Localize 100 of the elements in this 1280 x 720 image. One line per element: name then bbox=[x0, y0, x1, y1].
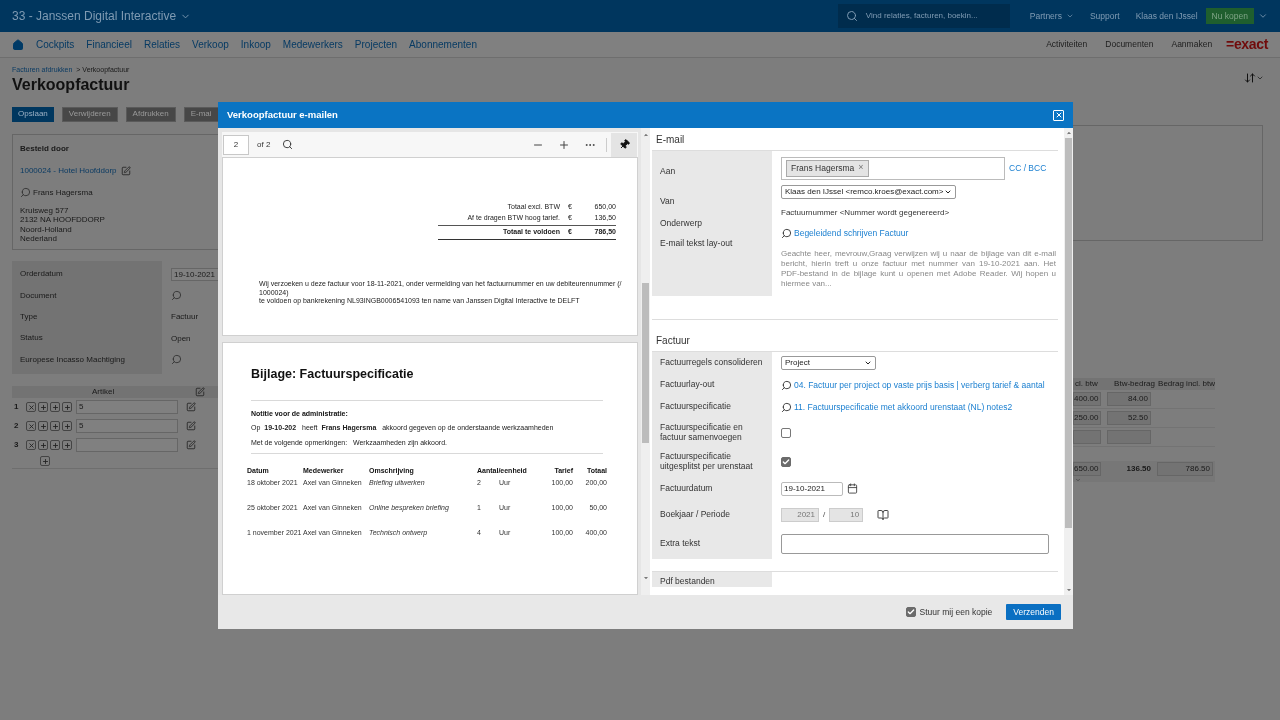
scroll-down-icon[interactable] bbox=[642, 575, 649, 581]
pin-button[interactable] bbox=[611, 132, 637, 157]
close-button[interactable] bbox=[1053, 109, 1064, 121]
date-field[interactable]: 19-10-2021 bbox=[171, 267, 218, 281]
action-button[interactable]: E-mai bbox=[183, 106, 218, 122]
amount-field[interactable]: 250.00 bbox=[1073, 410, 1101, 425]
search-icon[interactable] bbox=[781, 379, 792, 391]
company-name[interactable]: 33 - Janssen Digital Interactive bbox=[12, 7, 177, 25]
buy-button[interactable]: Nu kopen bbox=[1205, 8, 1254, 24]
layout-link[interactable]: 11. Factuurspecificatie met akkoord urenstaat (NL) notes2 bbox=[794, 400, 1013, 414]
edit-icon[interactable] bbox=[195, 386, 205, 397]
chevron-icon[interactable] bbox=[1075, 476, 1081, 483]
article-field[interactable] bbox=[76, 438, 178, 452]
delete-icon[interactable] bbox=[26, 421, 36, 431]
search-icon[interactable] bbox=[781, 227, 792, 239]
remove-icon[interactable]: × bbox=[858, 161, 864, 175]
field-label: Factuurregels consolideren bbox=[660, 358, 763, 368]
amount-field[interactable]: 52.50 bbox=[1107, 410, 1151, 425]
scrollbar[interactable] bbox=[1064, 128, 1073, 595]
nav-item[interactable]: Cockpits bbox=[36, 37, 75, 52]
date-field[interactable]: 19-10-2021 bbox=[781, 481, 843, 496]
exact-logo[interactable]: =exact bbox=[1226, 34, 1268, 55]
row-number: 3 bbox=[13, 439, 20, 451]
total-field[interactable]: 650.00 bbox=[1073, 461, 1101, 476]
add-icon[interactable] bbox=[62, 421, 72, 431]
user-name[interactable]: Klaas den IJssel bbox=[1135, 9, 1198, 23]
extra-text-field[interactable] bbox=[781, 533, 1049, 554]
checkbox[interactable] bbox=[781, 456, 791, 467]
add-icon[interactable] bbox=[38, 440, 48, 450]
search-field[interactable]: Vind relaties, facturen, boekin... bbox=[837, 4, 1010, 28]
edit-icon[interactable] bbox=[186, 402, 196, 412]
article-field[interactable]: 5 bbox=[76, 400, 178, 414]
top-link[interactable]: Partners bbox=[1029, 9, 1074, 23]
sender-select[interactable]: Klaas den IJssel <remco.kroes@exact.com> bbox=[781, 185, 956, 199]
send-button[interactable]: Verzenden bbox=[1006, 604, 1061, 620]
edit-icon[interactable] bbox=[186, 421, 196, 431]
consolidate-select[interactable]: Project bbox=[781, 356, 876, 370]
period-field[interactable]: 10 bbox=[829, 507, 864, 522]
add-icon[interactable] bbox=[38, 421, 48, 431]
action-button[interactable]: Opslaan bbox=[12, 106, 54, 122]
account-link[interactable]: 1000024 - Hotel Hoofddorp bbox=[20, 164, 117, 177]
book-icon[interactable] bbox=[877, 508, 890, 521]
top-link[interactable]: Support bbox=[1089, 9, 1120, 23]
add-icon[interactable] bbox=[50, 440, 60, 450]
nav-item[interactable]: Abonnementen bbox=[409, 37, 477, 52]
chevron-icon[interactable] bbox=[1258, 11, 1268, 21]
chevron-icon bbox=[1065, 12, 1074, 20]
amount-field[interactable]: 400.00 bbox=[1073, 391, 1101, 406]
add-icon[interactable] bbox=[50, 402, 60, 412]
scrollbar[interactable] bbox=[641, 128, 650, 595]
amount-field[interactable] bbox=[1073, 429, 1101, 444]
nav-item[interactable]: Verkoop bbox=[192, 37, 229, 52]
checkbox[interactable] bbox=[905, 607, 916, 617]
edit-icon[interactable] bbox=[186, 440, 196, 450]
zoom-in-icon[interactable] bbox=[558, 138, 570, 151]
edit-icon[interactable] bbox=[120, 165, 131, 176]
add-icon[interactable] bbox=[50, 421, 60, 431]
article-field[interactable]: 5 bbox=[76, 419, 178, 433]
recipient-tag[interactable]: Frans Hagersma × bbox=[786, 159, 869, 177]
cc-bcc-link[interactable]: CC / BCC bbox=[1009, 161, 1047, 175]
layout-link[interactable]: 04. Factuur per project op vaste prijs basis | verberg tarief & aantal bbox=[794, 378, 1045, 392]
delete-icon[interactable] bbox=[26, 440, 36, 450]
nav-item[interactable]: Relaties bbox=[143, 37, 181, 52]
nav-link[interactable]: Aanmaken bbox=[1171, 38, 1213, 51]
checkbox[interactable] bbox=[781, 427, 791, 438]
layout-link[interactable]: Begeleidend schrijven Factuur bbox=[794, 227, 909, 240]
page-title: Verkoopfactuur bbox=[12, 75, 130, 94]
column-header: Bedrag incl. btw bbox=[1157, 377, 1215, 390]
scroll-up-icon[interactable] bbox=[1065, 130, 1072, 136]
nav-item[interactable]: Projecten bbox=[354, 37, 398, 52]
scroll-down-icon[interactable] bbox=[1065, 587, 1072, 593]
sort-icon[interactable] bbox=[1244, 72, 1264, 84]
recipient-field[interactable]: Frans Hagersma × bbox=[781, 156, 1005, 180]
column-header: Artikel bbox=[92, 385, 116, 398]
page-number-field[interactable]: 2 bbox=[223, 134, 249, 155]
nav-item[interactable]: Financieel bbox=[86, 37, 132, 52]
search-icon[interactable] bbox=[282, 139, 294, 150]
page-count: of 2 bbox=[257, 138, 271, 151]
field-label: E-mail tekst lay-out bbox=[660, 237, 734, 250]
add-icon[interactable] bbox=[38, 402, 48, 412]
action-button[interactable]: Afdrukken bbox=[125, 106, 176, 122]
section-label: Pdf bestanden bbox=[660, 576, 715, 586]
address-line: Kruisweg 577 bbox=[20, 205, 70, 215]
amount-field[interactable]: 84.00 bbox=[1107, 391, 1151, 406]
action-button[interactable]: Verwijderen bbox=[61, 106, 118, 122]
nav-link[interactable]: Activiteiten bbox=[1046, 38, 1088, 51]
search-icon[interactable] bbox=[781, 401, 792, 413]
add-icon[interactable] bbox=[40, 456, 50, 466]
search-icon bbox=[845, 10, 858, 22]
add-icon[interactable] bbox=[62, 402, 72, 412]
nav-item[interactable]: Medewerkers bbox=[282, 37, 343, 52]
total-field[interactable]: 786.50 bbox=[1157, 461, 1213, 476]
calendar-icon[interactable] bbox=[847, 483, 858, 494]
nav-link[interactable]: Documenten bbox=[1105, 38, 1154, 51]
delete-icon[interactable] bbox=[26, 402, 36, 412]
add-icon[interactable] bbox=[62, 440, 72, 450]
scroll-up-icon[interactable] bbox=[642, 132, 649, 138]
year-field[interactable]: 2021 bbox=[781, 507, 819, 522]
nav-item[interactable]: Inkoop bbox=[240, 37, 271, 52]
home-icon[interactable] bbox=[12, 38, 24, 51]
